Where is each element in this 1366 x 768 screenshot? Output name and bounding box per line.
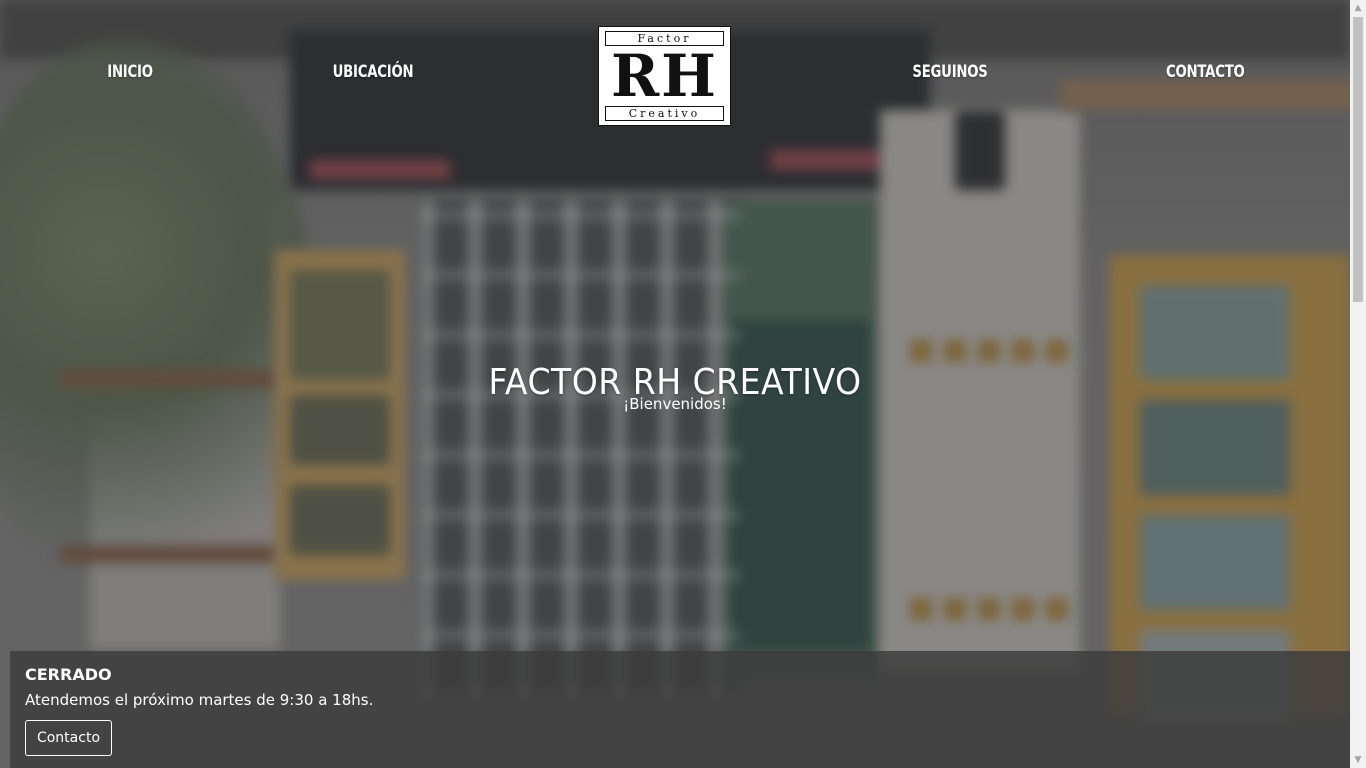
nav-link-contacto[interactable]: CONTACTO: [1166, 62, 1245, 82]
logo-main-text: RH: [610, 42, 718, 110]
nav-link-inicio[interactable]: INICIO: [105, 62, 155, 82]
triangle-up-icon[interactable]: ▲: [1350, 0, 1366, 16]
site-logo[interactable]: Factor RH Creativo: [598, 26, 731, 126]
business-hours-panel: CERRADO Atendemos el próximo martes de 9…: [10, 651, 1350, 768]
main-navigation: INICIO UBICACIÓN Factor RH Creativo SEGU…: [0, 0, 1350, 150]
logo-bottom-text: Creativo: [605, 106, 724, 121]
triangle-down-icon[interactable]: ▼: [1350, 752, 1366, 768]
status-message: Atendemos el próximo martes de 9:30 a 18…: [25, 691, 374, 709]
status-badge: CERRADO: [25, 665, 112, 684]
vertical-scrollbar[interactable]: ▲ ▼: [1350, 0, 1366, 768]
hero-subtitle: ¡Bienvenidos!: [623, 395, 727, 413]
nav-link-seguinos[interactable]: SEGUINOS: [911, 62, 989, 82]
scrollbar-thumb[interactable]: [1353, 17, 1363, 302]
nav-link-ubicacion[interactable]: UBICACIÓN: [330, 62, 416, 82]
contact-button[interactable]: Contacto: [25, 720, 112, 756]
